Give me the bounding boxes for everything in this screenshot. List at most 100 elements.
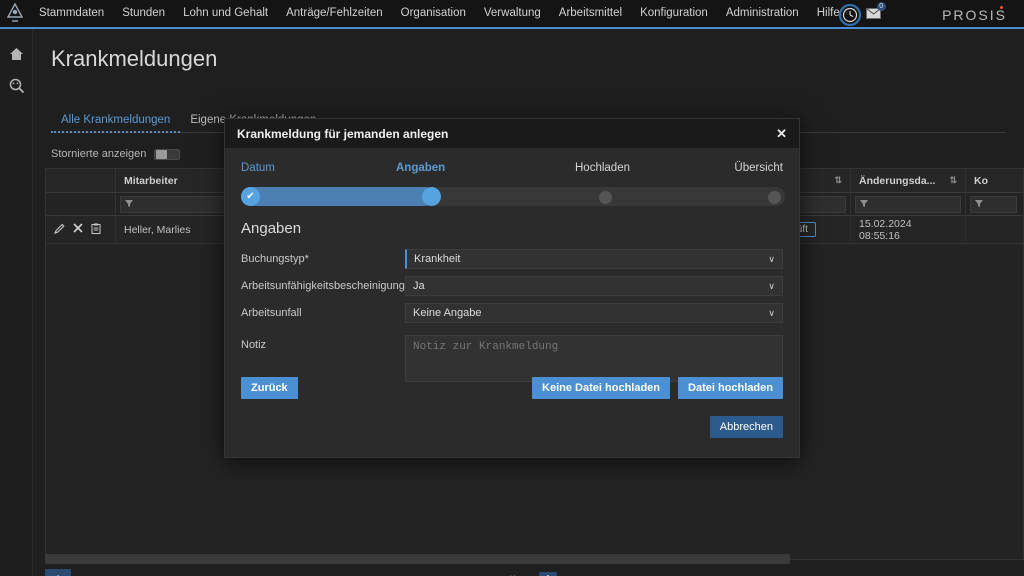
check-icon: ✔ bbox=[246, 190, 255, 202]
chevron-down-icon: ∨ bbox=[768, 281, 775, 291]
no-file-upload-button[interactable]: Keine Datei hochladen bbox=[532, 377, 671, 399]
step-dot-datum[interactable]: ✔ bbox=[241, 187, 260, 206]
nav-item-stunden[interactable]: Stunden bbox=[113, 0, 174, 28]
mail-badge-count: 0 bbox=[876, 2, 886, 11]
sort-icon[interactable]: ⇅ bbox=[834, 175, 842, 186]
buchungstyp-select[interactable]: Krankheit ∨ bbox=[405, 249, 783, 269]
step-label-angaben[interactable]: Angaben bbox=[396, 162, 445, 174]
column-header-ko[interactable]: Ko bbox=[966, 169, 1021, 193]
control-arbeitsunfall: Keine Angabe ∨ bbox=[405, 303, 783, 323]
home-icon[interactable] bbox=[0, 38, 33, 70]
clock-icon[interactable] bbox=[838, 3, 862, 27]
upload-actions-group: Keine Datei hochladen Datei hochladen bbox=[532, 377, 783, 399]
chevron-down-icon: ∨ bbox=[768, 308, 775, 318]
nav-item-organisation[interactable]: Organisation bbox=[392, 0, 475, 28]
dialog-actions-primary: Zurück Keine Datei hochladen Datei hochl… bbox=[241, 377, 783, 399]
step-label-hochladen[interactable]: Hochladen bbox=[575, 162, 630, 174]
toggle-knob bbox=[156, 149, 168, 159]
field-row-buchungstyp: Buchungstyp* Krankheit ∨ bbox=[241, 249, 783, 269]
nav-item-stammdaten[interactable]: Stammdaten bbox=[30, 0, 113, 28]
company-emblem-icon[interactable] bbox=[0, 0, 30, 28]
control-arbeitsunfaehigkeitsbescheinigung: Ja ∨ bbox=[405, 276, 783, 296]
pagination-page-1[interactable]: 1 bbox=[539, 572, 557, 576]
label-buchungstyp: Buchungstyp* bbox=[241, 253, 309, 265]
mail-icon[interactable]: 0 bbox=[861, 0, 887, 28]
funnel-icon bbox=[975, 200, 983, 207]
nav-item-administration[interactable]: Administration bbox=[717, 0, 808, 28]
edit-icon[interactable] bbox=[53, 223, 65, 237]
buchungstyp-value: Krankheit bbox=[414, 253, 461, 265]
copy-icon[interactable] bbox=[91, 223, 101, 237]
stornierte-anzeigen-label: Stornierte anzeigen bbox=[51, 148, 147, 160]
filter-input-aenderungsdatum[interactable] bbox=[855, 195, 961, 213]
dialog-header: Krankmeldung für jemanden anlegen ✕ bbox=[225, 119, 799, 148]
prosis-logo: PROSIS bbox=[942, 0, 1010, 29]
step-labels: Datum Angaben Hochladen Übersicht bbox=[241, 162, 783, 178]
filter-input-ko[interactable] bbox=[970, 195, 1017, 213]
back-button[interactable]: Zurück bbox=[241, 377, 298, 399]
step-dot-uebersicht[interactable] bbox=[768, 190, 781, 204]
nav-item-verwaltung[interactable]: Verwaltung bbox=[475, 0, 550, 28]
row-actions bbox=[53, 223, 101, 237]
step-dot-angaben[interactable] bbox=[422, 187, 441, 206]
row-actions-cell bbox=[46, 215, 116, 244]
filter-cell-actions bbox=[46, 192, 116, 216]
dialog-title: Krankmeldung für jemanden anlegen bbox=[237, 126, 449, 141]
stornierte-anzeigen-toggle[interactable] bbox=[154, 148, 181, 160]
funnel-icon bbox=[860, 200, 868, 207]
column-header-mitarbeiter-label: Mitarbeiter bbox=[124, 174, 178, 187]
dialog-section-title: Angaben bbox=[241, 220, 302, 237]
label-arbeitsunfall: Arbeitsunfall bbox=[241, 307, 302, 319]
filter-cell-ko[interactable] bbox=[966, 193, 1021, 216]
label-arbeitsunfaehigkeitsbescheinigung: Arbeitsunfähigkeitsbescheinigung bbox=[241, 280, 405, 292]
left-rail bbox=[0, 29, 33, 576]
prosis-logo-text: PROSIS bbox=[942, 6, 1007, 23]
angaben-form: Buchungstyp* Krankheit ∨ Arbeitsunfähigk… bbox=[241, 249, 783, 387]
step-dot-hochladen[interactable] bbox=[599, 190, 612, 204]
arbeitsunfall-value: Keine Angabe bbox=[413, 307, 482, 319]
add-krankmeldung-button[interactable]: + bbox=[45, 569, 71, 576]
stepper-track: ✔ bbox=[241, 187, 785, 206]
main-menu: Stammdaten Stunden Lohn und Gehalt Anträ… bbox=[30, 0, 887, 28]
cell-ko bbox=[966, 216, 1021, 244]
field-row-arbeitsunfall: Arbeitsunfall Keine Angabe ∨ bbox=[241, 303, 783, 323]
notiz-textarea[interactable] bbox=[405, 335, 783, 382]
column-header-aenderungsdatum[interactable]: Änderungsda... ⇅ bbox=[851, 169, 966, 193]
application-window: Stammdaten Stunden Lohn und Gehalt Anträ… bbox=[0, 0, 1024, 576]
step-label-uebersicht[interactable]: Übersicht bbox=[734, 162, 783, 174]
filter-input-mitarbeiter[interactable] bbox=[120, 195, 241, 213]
field-row-arbeitsunfaehigkeitsbescheinigung: Arbeitsunfähigkeitsbescheinigung Ja ∨ bbox=[241, 276, 783, 296]
upload-file-button[interactable]: Datei hochladen bbox=[678, 377, 783, 399]
pagination: ⏮ ‹ 1 › ⏭ bbox=[473, 569, 623, 576]
label-notiz: Notiz bbox=[241, 339, 267, 351]
nav-item-konfiguration[interactable]: Konfiguration bbox=[631, 0, 717, 28]
funnel-icon bbox=[125, 200, 133, 207]
filter-cell-aenderungsdatum[interactable] bbox=[851, 192, 966, 216]
control-buchungstyp: Krankheit ∨ bbox=[405, 249, 783, 269]
cell-aenderungsdatum: 15.02.2024 08:55:16 bbox=[851, 215, 966, 244]
nav-item-arbeitsmittel[interactable]: Arbeitsmittel bbox=[550, 0, 631, 28]
page-title: Krankmeldungen bbox=[51, 46, 218, 71]
stepper-track-fill bbox=[241, 187, 434, 206]
nav-item-antraege-fehlzeiten[interactable]: Anträge/Fehlzeiten bbox=[277, 0, 392, 28]
arbeitsunfall-select[interactable]: Keine Angabe ∨ bbox=[405, 303, 783, 323]
sort-icon[interactable]: ⇅ bbox=[949, 175, 957, 186]
delete-icon[interactable] bbox=[73, 223, 83, 236]
prosis-logo-dot bbox=[999, 6, 1003, 9]
arbeitsunfaehigkeitsbescheinigung-select[interactable]: Ja ∨ bbox=[405, 276, 783, 296]
step-label-datum[interactable]: Datum bbox=[241, 162, 275, 174]
nav-item-lohn-und-gehalt[interactable]: Lohn und Gehalt bbox=[174, 0, 277, 28]
cancel-button[interactable]: Abbrechen bbox=[709, 416, 783, 438]
cell-aenderungsdatum-date: 15.02.2024 bbox=[859, 217, 912, 230]
search-icon[interactable] bbox=[0, 70, 33, 102]
tab-alle-krankmeldungen[interactable]: Alle Krankmeldungen bbox=[51, 114, 181, 133]
dialog-actions-secondary: Abbrechen bbox=[709, 416, 783, 438]
column-header-aenderungsdatum-label: Änderungsda... bbox=[859, 174, 936, 187]
close-icon[interactable]: ✕ bbox=[776, 126, 787, 142]
chevron-down-icon: ∨ bbox=[768, 254, 775, 264]
table-horizontal-scrollbar[interactable] bbox=[45, 554, 790, 564]
cell-aenderungsdatum-time: 08:55:16 bbox=[859, 229, 900, 242]
krankmeldung-anlegen-dialog: Krankmeldung für jemanden anlegen ✕ Datu… bbox=[224, 118, 800, 458]
table-toolbar: Stornierte anzeigen bbox=[51, 148, 181, 160]
top-navigation-bar: Stammdaten Stunden Lohn und Gehalt Anträ… bbox=[0, 0, 1024, 29]
